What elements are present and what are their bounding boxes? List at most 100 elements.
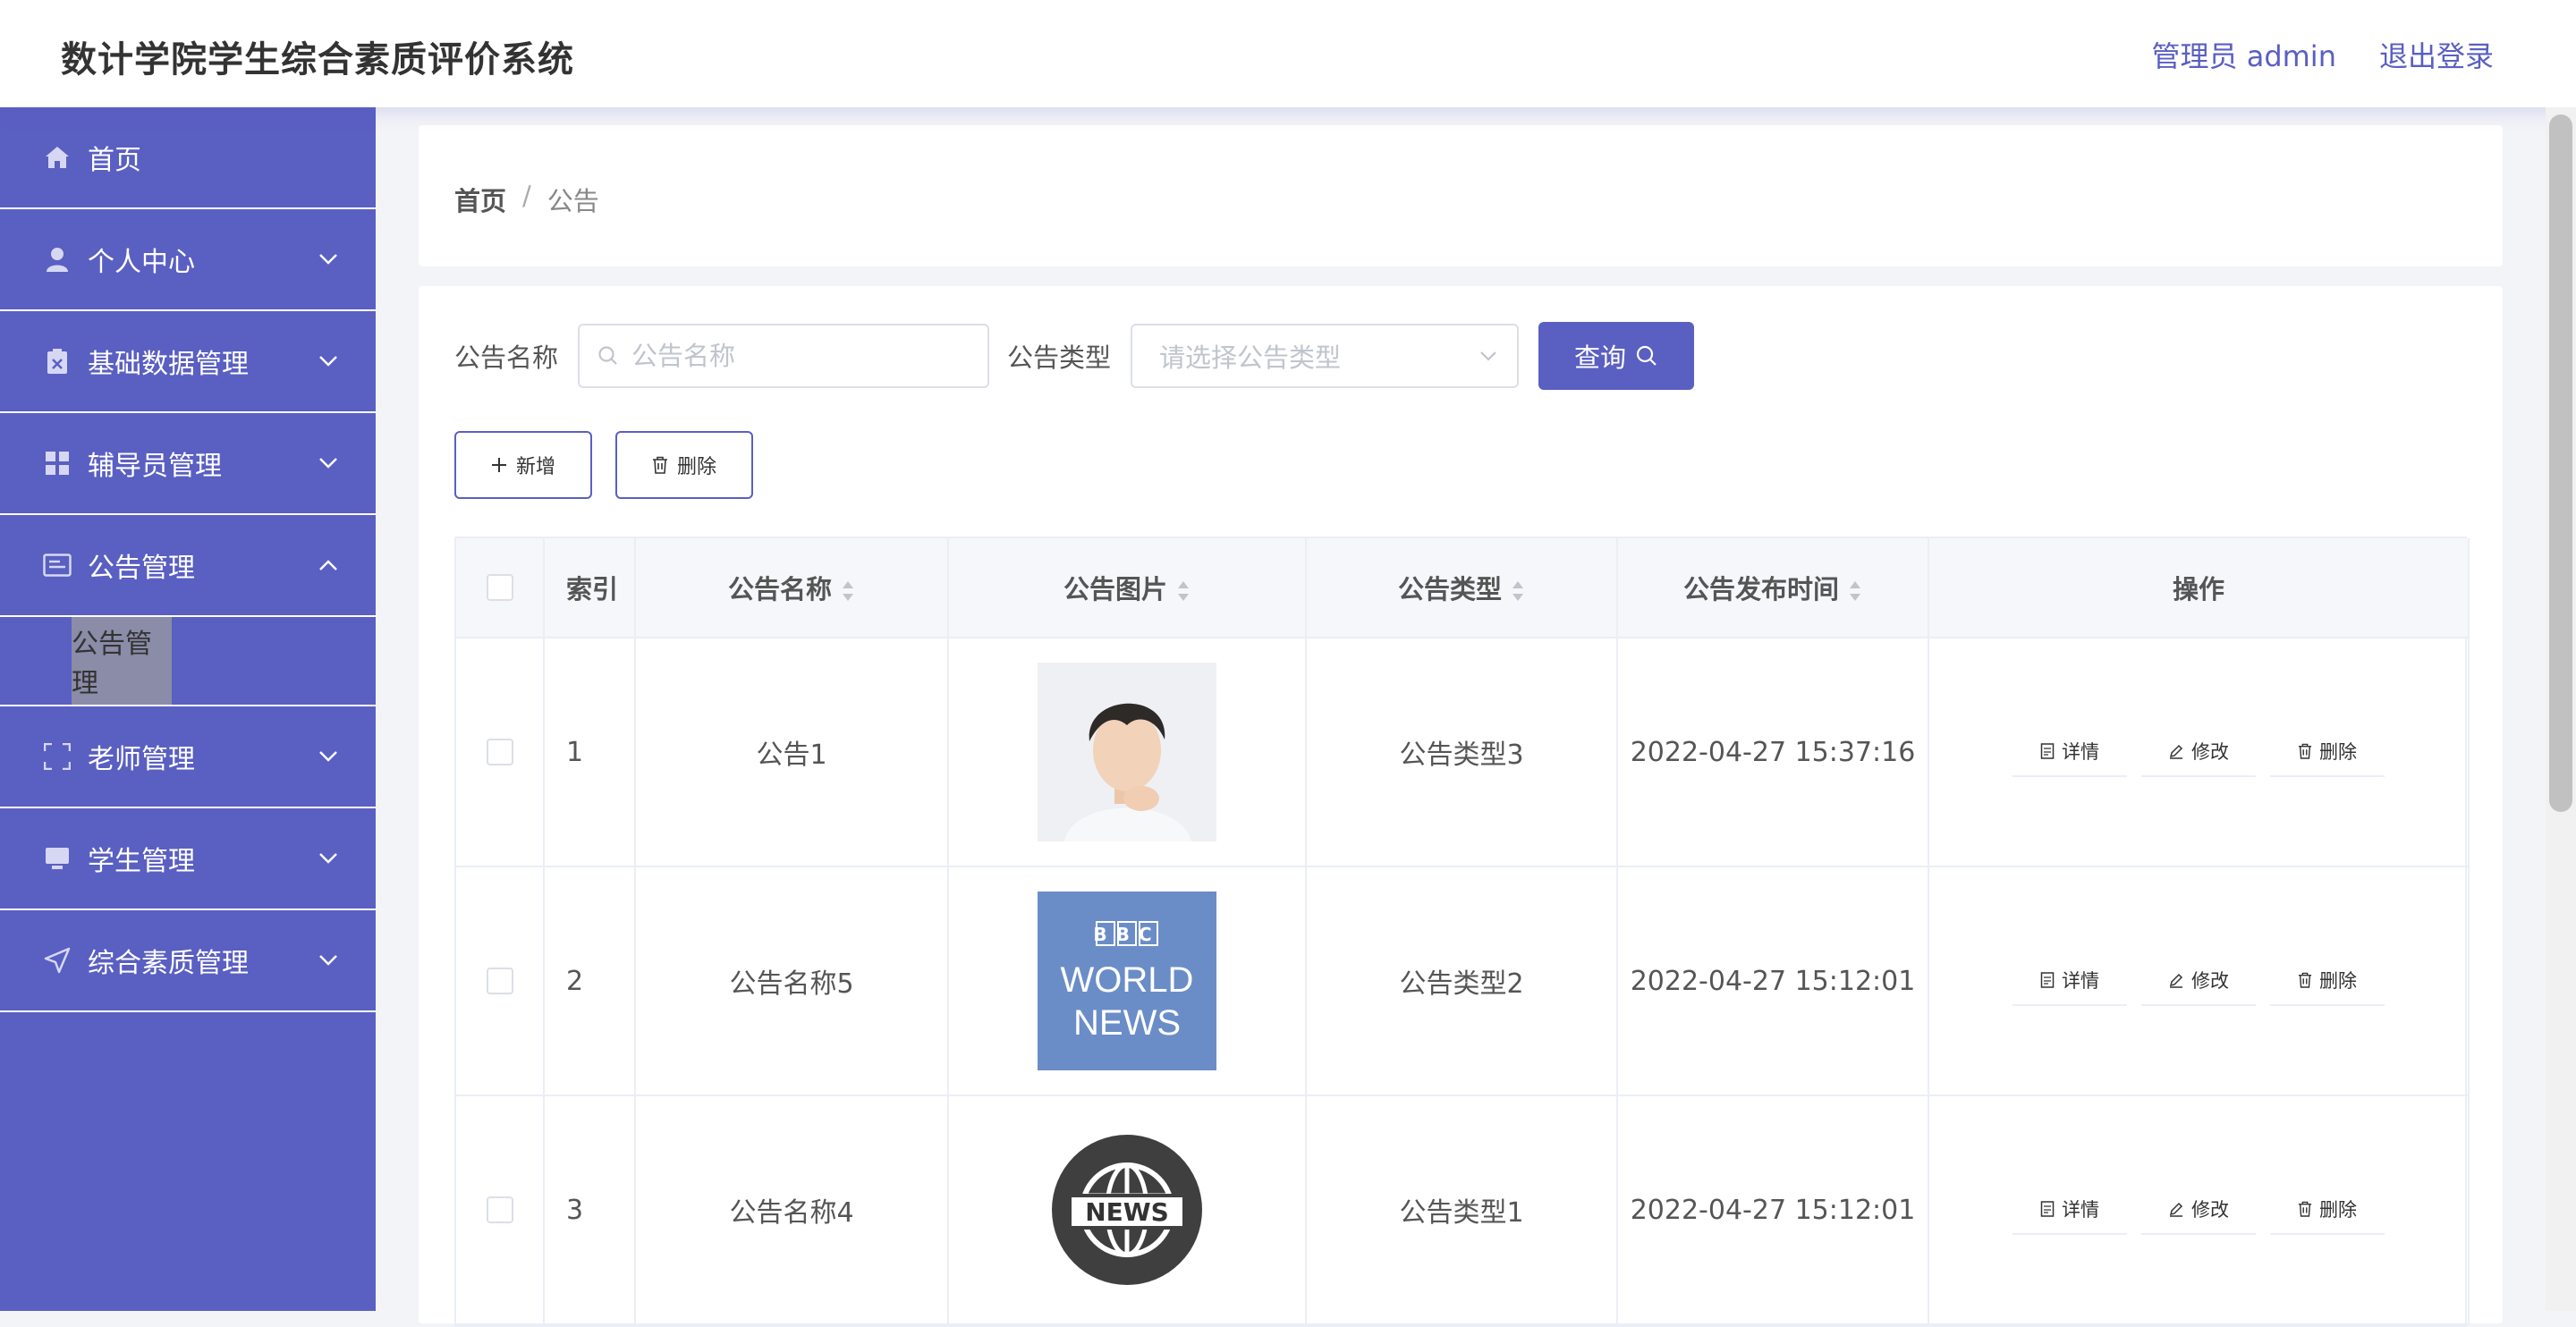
delete-button[interactable]: 删除 xyxy=(2270,956,2385,1006)
cell-index: 2 xyxy=(544,866,636,1096)
submenu-item-notice-manage[interactable]: 公告管理 xyxy=(72,617,172,705)
edit-button-label: 修改 xyxy=(2191,1199,2229,1221)
batch-delete-button[interactable]: 删除 xyxy=(615,431,753,499)
table-row: 3 公告名称4 NEWS 公告类型1 2022-04-27 15:12:01 详… xyxy=(456,1095,2470,1325)
trash-icon xyxy=(2298,972,2312,988)
sidebar-item-quality[interactable]: 综合素质管理 xyxy=(0,910,376,1012)
sidebar-item-label: 个人中心 xyxy=(88,247,195,278)
table-header-row: 索引 公告名称 公告图片 公告类型 公告发布时间 操作 xyxy=(456,538,2470,638)
edit-icon xyxy=(2169,973,2183,988)
trash-icon xyxy=(2298,743,2312,759)
notice-name-input[interactable] xyxy=(630,340,974,372)
header-image-label: 公告图片 xyxy=(1063,574,1167,604)
admin-user-link[interactable]: 管理员 admin xyxy=(2152,34,2336,75)
header-time-label: 公告发布时间 xyxy=(1682,574,1839,604)
row-select-cell xyxy=(456,866,545,1096)
sidebar-item-label: 首页 xyxy=(88,145,141,176)
logout-link[interactable]: 退出登录 xyxy=(2379,34,2494,75)
add-button-label: 新增 xyxy=(515,456,555,478)
add-button[interactable]: 新增 xyxy=(454,431,592,499)
sidebar-item-label: 基础数据管理 xyxy=(88,349,249,380)
edit-icon xyxy=(2169,1202,2183,1217)
sidebar-item-home[interactable]: 首页 xyxy=(0,107,376,209)
page-scrollbar-thumb[interactable] xyxy=(2549,114,2572,812)
sidebar-item-student[interactable]: 学生管理 xyxy=(0,808,376,910)
row-checkbox[interactable] xyxy=(486,1196,513,1223)
sidebar-item-teacher[interactable]: 老师管理 xyxy=(0,706,376,808)
row-select-cell xyxy=(456,1095,545,1325)
delete-button[interactable]: 删除 xyxy=(2270,1185,2385,1235)
cell-type: 公告类型3 xyxy=(1306,638,1618,867)
notice-type-select[interactable]: 请选择公告类型 xyxy=(1131,324,1520,388)
grid-icon xyxy=(43,449,72,478)
row-checkbox[interactable] xyxy=(486,968,513,994)
notice-image-bbc: BBC WORLD NEWS xyxy=(1038,892,1216,1070)
query-button-label: 查询 xyxy=(1574,342,1627,373)
chevron-down-icon xyxy=(1480,351,1496,361)
row-op-group: 详情 修改 删除 xyxy=(1930,1185,2467,1235)
header-index: 索引 xyxy=(544,538,636,638)
search-icon xyxy=(598,346,617,365)
edit-button[interactable]: 修改 xyxy=(2141,956,2256,1006)
cell-ops: 详情 修改 删除 xyxy=(1928,866,2470,1096)
row-checkbox[interactable] xyxy=(486,739,513,765)
top-header: 数计学院学生综合素质评价系统 管理员 admin 退出登录 xyxy=(0,0,2576,107)
chevron-down-icon xyxy=(319,751,337,762)
sidebar-item-personal-center[interactable]: 个人中心 xyxy=(0,209,376,311)
edit-icon xyxy=(2169,744,2183,759)
header-type[interactable]: 公告类型 xyxy=(1306,538,1618,638)
chevron-down-icon xyxy=(319,955,337,966)
cell-index: 1 xyxy=(544,638,636,867)
sidebar-item-basic-data[interactable]: 基础数据管理 xyxy=(0,311,376,413)
cell-type: 公告类型1 xyxy=(1306,1095,1618,1325)
sidebar-item-label: 公告管理 xyxy=(88,553,195,584)
user-icon xyxy=(43,245,72,274)
edit-button[interactable]: 修改 xyxy=(2141,727,2256,777)
app-title: 数计学院学生综合素质评价系统 xyxy=(61,39,574,80)
notice-type-placeholder: 请选择公告类型 xyxy=(1159,342,1342,373)
edit-button[interactable]: 修改 xyxy=(2141,1185,2256,1235)
cell-name: 公告名称5 xyxy=(635,866,949,1096)
row-select-cell xyxy=(456,638,545,867)
detail-button[interactable]: 详情 xyxy=(2012,727,2127,777)
document-icon xyxy=(2040,1201,2055,1217)
cell-ops: 详情 修改 删除 xyxy=(1928,1095,2470,1325)
detail-button[interactable]: 详情 xyxy=(2012,1185,2127,1235)
chevron-down-icon xyxy=(319,254,337,265)
table-row: 1 公告1 公告类型3 2022-04-27 15:37:16 详情 修改 删除 xyxy=(456,638,2470,867)
sidebar-item-label: 综合素质管理 xyxy=(88,948,249,979)
select-all-checkbox[interactable] xyxy=(486,574,513,601)
bbc-world-text: WORLD xyxy=(1061,960,1194,1000)
monitor-icon xyxy=(43,844,72,873)
clipboard-icon xyxy=(43,347,72,376)
frame-icon xyxy=(43,742,72,771)
delete-button[interactable]: 删除 xyxy=(2270,727,2385,777)
header-image[interactable]: 公告图片 xyxy=(948,538,1307,638)
search-bar: 公告名称 公告类型 请选择公告类型 查询 xyxy=(454,322,1695,390)
header-name[interactable]: 公告名称 xyxy=(635,538,949,638)
edit-button-label: 修改 xyxy=(2191,970,2229,992)
notice-image-portrait xyxy=(1038,663,1216,841)
bbc-news-text: NEWS xyxy=(1073,1003,1181,1043)
cell-name: 公告名称4 xyxy=(635,1095,949,1325)
chevron-down-icon xyxy=(319,356,337,367)
notice-submenu: 公告管理 xyxy=(0,617,376,706)
query-button[interactable]: 查询 xyxy=(1538,322,1695,390)
breadcrumb-home[interactable]: 首页 xyxy=(454,181,506,218)
chevron-down-icon xyxy=(319,458,337,469)
action-buttons: 新增 删除 xyxy=(454,431,753,499)
header-ops: 操作 xyxy=(1928,538,2470,638)
plus-icon xyxy=(491,458,506,472)
cell-ops: 详情 修改 删除 xyxy=(1928,638,2470,867)
sidebar-item-counselor[interactable]: 辅导员管理 xyxy=(0,413,376,515)
detail-button[interactable]: 详情 xyxy=(2012,956,2127,1006)
sidebar-item-label: 辅导员管理 xyxy=(88,451,222,482)
edit-button-label: 修改 xyxy=(2191,741,2229,763)
bbc-logo-text: BBC xyxy=(1093,924,1160,945)
cell-image: BBC WORLD NEWS xyxy=(948,866,1307,1096)
header-time[interactable]: 公告发布时间 xyxy=(1617,538,1929,638)
delete-button-label: 删除 xyxy=(2319,970,2357,992)
sidebar-item-notice[interactable]: 公告管理 xyxy=(0,515,376,617)
document-icon xyxy=(2040,743,2055,759)
detail-button-label: 详情 xyxy=(2062,970,2099,992)
